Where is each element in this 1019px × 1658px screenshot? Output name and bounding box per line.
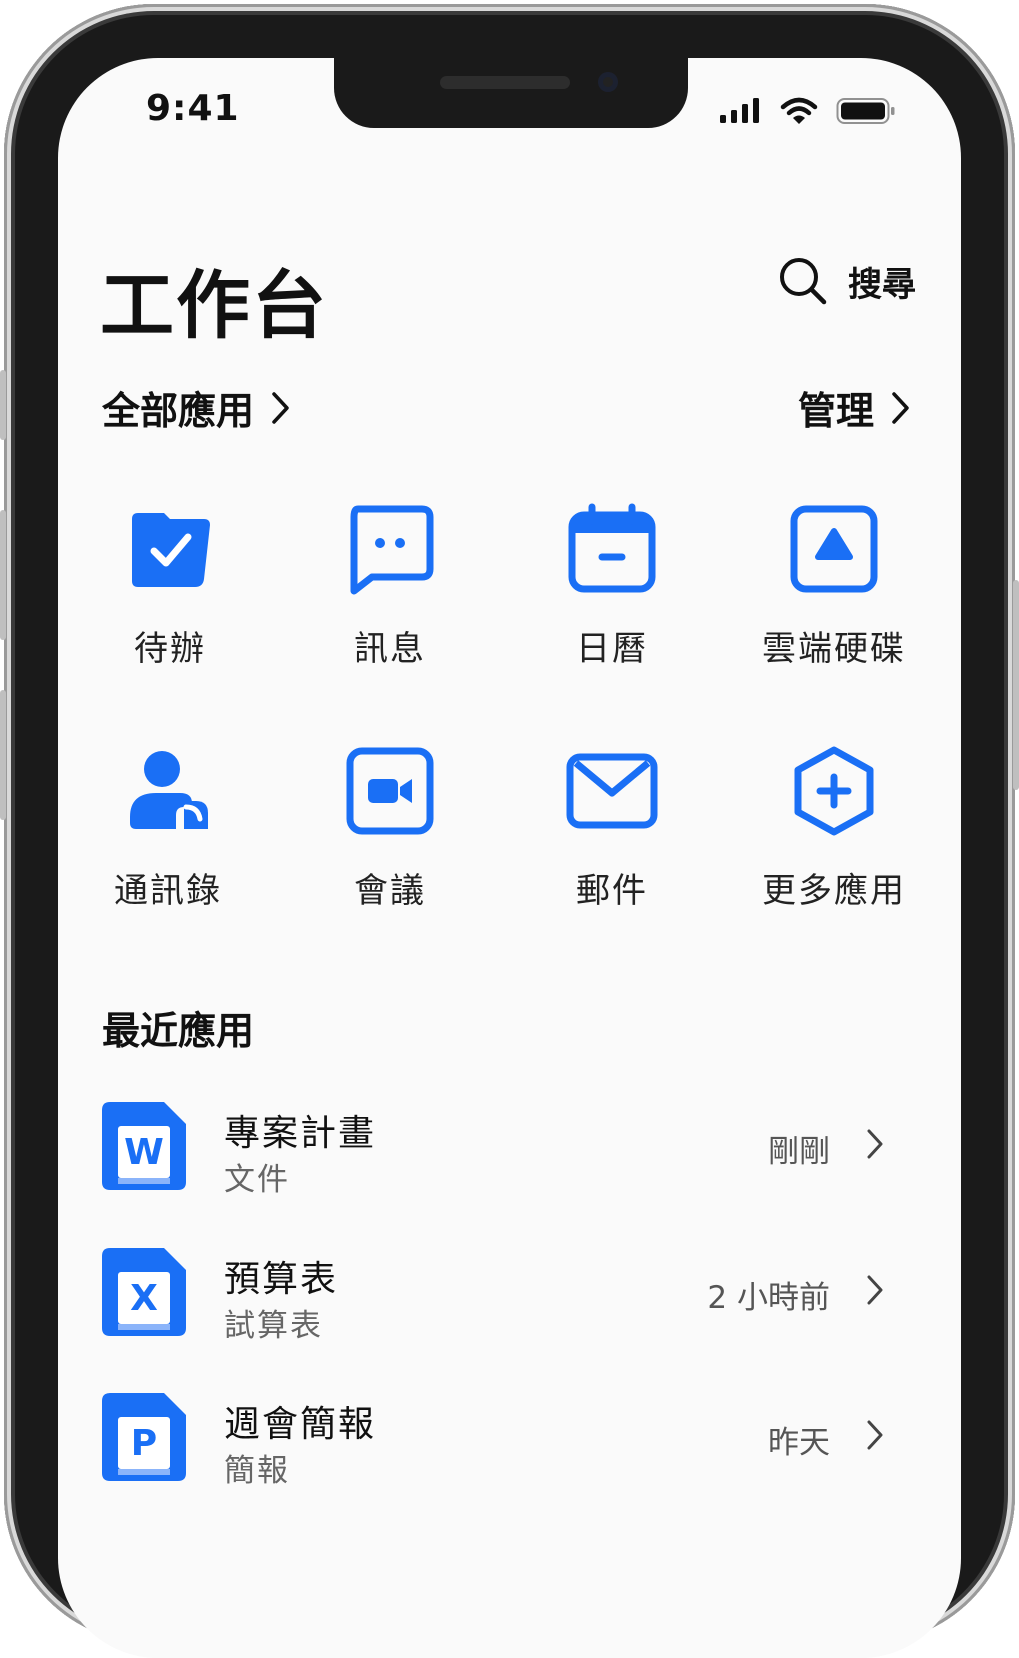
recent-item-row[interactable]: P 週會簡報 簡報 昨天 bbox=[102, 1393, 892, 1489]
app-todo[interactable]: 待辦 bbox=[60, 503, 280, 670]
notch bbox=[334, 58, 688, 128]
file-name: 專案計畫 bbox=[224, 1113, 377, 1154]
manage-link[interactable]: 管理 bbox=[798, 380, 910, 435]
app-label: 待辦 bbox=[134, 629, 206, 669]
chevron-right-icon bbox=[867, 1129, 883, 1159]
message-bubble-icon bbox=[344, 503, 436, 595]
file-letter: W bbox=[124, 1132, 164, 1173]
power-button bbox=[1013, 580, 1019, 790]
manage-label: 管理 bbox=[798, 389, 875, 433]
recent-item-row[interactable]: X 預算表 試算表 2 小時前 bbox=[102, 1248, 892, 1344]
app-meeting[interactable]: 會議 bbox=[280, 745, 500, 912]
app-label: 會議 bbox=[354, 871, 426, 911]
app-more[interactable]: 更多應用 bbox=[724, 745, 944, 912]
file-type: 文件 bbox=[224, 1162, 290, 1198]
app-label: 雲端硬碟 bbox=[762, 629, 906, 669]
video-meeting-icon bbox=[344, 745, 436, 837]
file-name: 週會簡報 bbox=[224, 1404, 377, 1445]
speaker-grille bbox=[440, 76, 570, 89]
file-time: 2 小時前 bbox=[707, 1280, 830, 1316]
calendar-icon bbox=[566, 503, 658, 595]
mail-icon bbox=[566, 745, 658, 837]
file-time: 剛剛 bbox=[768, 1134, 830, 1170]
app-label: 更多應用 bbox=[762, 871, 906, 911]
recent-item-row[interactable]: W 專案計畫 文件 剛剛 bbox=[102, 1102, 892, 1198]
chevron-right-icon bbox=[867, 1420, 883, 1450]
contacts-icon bbox=[122, 745, 214, 837]
status-time: 9:41 bbox=[146, 88, 240, 129]
app-mail[interactable]: 郵件 bbox=[502, 745, 722, 912]
app-label: 通訊錄 bbox=[114, 871, 222, 911]
file-type: 試算表 bbox=[224, 1308, 323, 1344]
screen: 9:41 工作台 搜尋 全部應用 管理 待辦 訊息 日曆 雲端硬碟 通訊錄 會議… bbox=[58, 58, 961, 1658]
app-message[interactable]: 訊息 bbox=[280, 503, 500, 670]
all-apps-label: 全部應用 bbox=[102, 389, 255, 433]
todo-check-icon bbox=[124, 503, 216, 595]
cellular-signal-icon bbox=[720, 98, 759, 123]
wifi-icon bbox=[780, 97, 818, 124]
recent-apps-title: 最近應用 bbox=[102, 1009, 255, 1053]
chevron-right-icon bbox=[892, 391, 909, 424]
file-type: 簡報 bbox=[224, 1453, 290, 1489]
search-button[interactable]: 搜尋 bbox=[778, 256, 916, 306]
app-label: 訊息 bbox=[354, 629, 426, 669]
more-apps-plus-icon bbox=[788, 745, 880, 837]
cloud-drive-icon bbox=[788, 503, 880, 595]
search-icon bbox=[780, 258, 827, 305]
app-cloud-drive[interactable]: 雲端硬碟 bbox=[724, 503, 944, 670]
chevron-right-icon bbox=[272, 391, 289, 424]
volume-down-button bbox=[0, 690, 6, 820]
chevron-right-icon bbox=[867, 1275, 883, 1305]
file-letter: P bbox=[130, 1423, 158, 1464]
app-calendar[interactable]: 日曆 bbox=[502, 503, 722, 670]
volume-up-button bbox=[0, 510, 6, 640]
file-name: 預算表 bbox=[224, 1259, 339, 1300]
page-title: 工作台 bbox=[100, 263, 328, 349]
file-letter: X bbox=[130, 1278, 158, 1319]
all-apps-link[interactable]: 全部應用 bbox=[102, 380, 290, 435]
status-icons bbox=[718, 96, 896, 126]
search-label: 搜尋 bbox=[848, 264, 916, 305]
mute-switch bbox=[0, 370, 6, 440]
battery-icon bbox=[836, 98, 895, 124]
file-time: 昨天 bbox=[768, 1425, 830, 1461]
app-label: 郵件 bbox=[576, 871, 648, 911]
front-camera bbox=[598, 72, 618, 92]
app-label: 日曆 bbox=[576, 629, 648, 669]
app-contacts[interactable]: 通訊錄 bbox=[58, 745, 278, 912]
